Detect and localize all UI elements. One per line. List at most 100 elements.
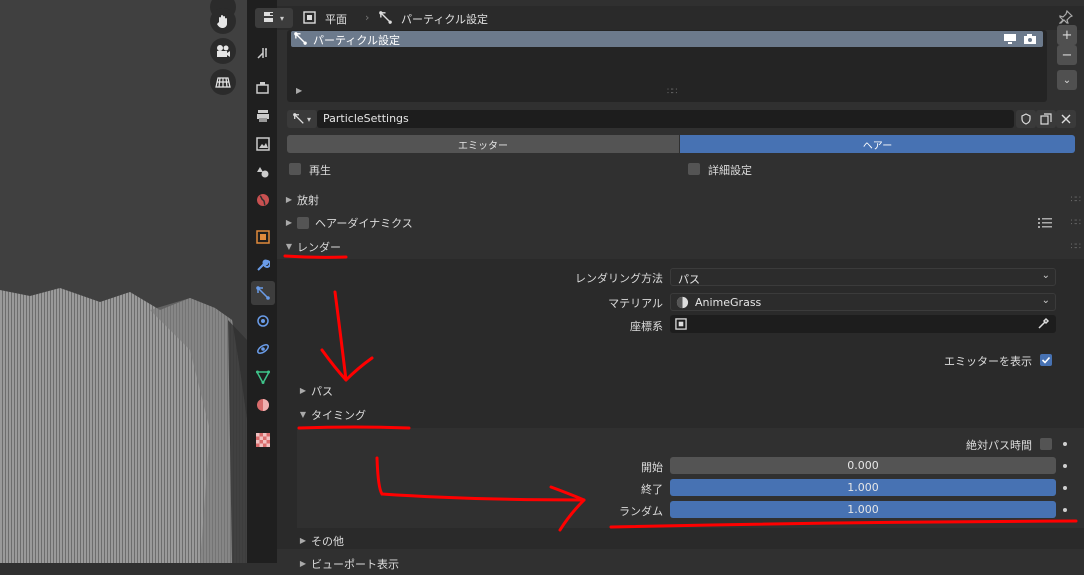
fake-user-button[interactable] [1016, 110, 1036, 128]
particles-icon [294, 32, 307, 48]
chevron-down-icon: ⌄ [1041, 270, 1050, 281]
panel-hair-dynamics-header[interactable]: ▶ ヘアーダイナミクス ∷∷ [281, 211, 1082, 234]
camera-view-button[interactable] [210, 38, 236, 64]
tab-texture[interactable] [251, 428, 275, 452]
eyedropper-icon[interactable] [1037, 317, 1050, 330]
resize-grip-icon[interactable]: ∷∷ [667, 87, 678, 97]
slot-specials-button[interactable]: ⌄ [1057, 70, 1077, 90]
timing-end-value: 1.000 [847, 481, 879, 494]
render-camera-icon [256, 82, 269, 94]
show-emitter-label: エミッターを表示 [944, 355, 1032, 368]
keyframe-dot-icon[interactable] [1063, 442, 1067, 446]
keyframe-dot-icon[interactable] [1063, 486, 1067, 490]
properties-tab-bar [247, 0, 277, 563]
duplicate-button[interactable] [1036, 110, 1056, 128]
tab-output[interactable] [251, 104, 275, 128]
absolute-path-time-label: 絶対パス時間 [966, 439, 1032, 452]
tab-render[interactable] [251, 76, 275, 100]
subpanel-extra-header[interactable]: ▶ その他 [295, 529, 1080, 552]
object-icon [675, 318, 687, 330]
timing-start-label: 開始 [641, 461, 663, 474]
regrow-label: 再生 [309, 164, 331, 177]
tab-world[interactable] [251, 188, 275, 212]
list-menu-icon[interactable] [1038, 217, 1052, 229]
monitor-icon[interactable] [1003, 33, 1017, 48]
panel-emission-title: 放射 [297, 193, 319, 207]
3d-viewport[interactable] [0, 0, 247, 563]
collapsed-triangle-icon: ▶ [299, 386, 307, 395]
tab-physics[interactable] [251, 309, 275, 333]
drag-grip-icon[interactable]: ∷∷ [1071, 195, 1082, 205]
pan-hand-button[interactable] [210, 8, 236, 34]
shield-icon [1021, 113, 1031, 125]
coord-system-field[interactable] [670, 315, 1056, 333]
keyframe-dot-icon[interactable] [1063, 464, 1067, 468]
timing-random-slider[interactable]: 1.000 [670, 501, 1056, 518]
particle-system-list[interactable]: パーティクル設定 ▶ ∷∷ [287, 30, 1047, 102]
wrench-icon [257, 259, 270, 271]
collapsed-triangle-icon: ▶ [285, 195, 293, 204]
subpanel-path-header[interactable]: ▶ パス [295, 379, 1080, 402]
keyframe-dot-icon[interactable] [1063, 508, 1067, 512]
ortho-toggle-button[interactable] [210, 69, 236, 95]
unlink-button[interactable] [1056, 110, 1076, 128]
tab-tool[interactable] [251, 41, 275, 65]
subpanel-timing-title: タイミング [311, 408, 366, 422]
mesh-data-icon [256, 370, 270, 384]
camera-icon[interactable] [1023, 33, 1037, 48]
properties-editor-icon [263, 12, 273, 22]
add-slot-button[interactable]: + [1057, 25, 1077, 45]
regrow-checkbox[interactable] [289, 163, 301, 175]
tab-material[interactable] [251, 393, 275, 417]
timing-end-slider[interactable]: 1.000 [670, 479, 1056, 496]
editor-type-dropdown[interactable]: ▾ [255, 8, 293, 28]
collapsed-triangle-icon: ▶ [299, 536, 307, 545]
drag-grip-icon[interactable]: ∷∷ [1071, 218, 1082, 228]
tab-data[interactable] [251, 365, 275, 389]
tab-view-layer[interactable] [251, 132, 275, 156]
expand-triangle-icon[interactable]: ▶ [296, 86, 302, 95]
advanced-checkbox[interactable] [688, 163, 700, 175]
tab-constraints[interactable] [251, 337, 275, 361]
render-method-dropdown[interactable]: パス ⌄ [670, 268, 1056, 286]
tab-particles[interactable] [251, 281, 275, 305]
tab-modifiers[interactable] [251, 253, 275, 277]
subpanel-viewport-display-header[interactable]: ▶ ビューポート表示 [295, 552, 1080, 575]
subpanel-timing-header[interactable]: ▼ タイミング [295, 403, 1080, 426]
check-icon [1041, 356, 1051, 364]
list-item[interactable]: パーティクル設定 [291, 31, 1043, 47]
breadcrumb-particles: パーティクル設定 [401, 13, 489, 26]
hair-dynamics-checkbox[interactable] [297, 216, 309, 229]
browse-settings-button[interactable]: ▾ [287, 110, 317, 128]
close-icon [1061, 114, 1071, 124]
material-sphere-icon [676, 296, 689, 309]
settings-name-field[interactable]: ParticleSettings [317, 110, 1014, 128]
material-label: マテリアル [608, 297, 663, 310]
tab-object[interactable] [251, 225, 275, 249]
show-emitter-checkbox[interactable] [1040, 354, 1052, 366]
absolute-path-time-checkbox[interactable] [1040, 438, 1052, 450]
timing-start-value: 0.000 [847, 459, 879, 472]
panel-emission-header[interactable]: ▶ 放射 ∷∷ [281, 188, 1082, 211]
type-hair-button[interactable]: ヘアー [680, 135, 1075, 153]
panel-hair-dynamics-title: ヘアーダイナミクス [315, 216, 413, 230]
chevron-down-icon: ▾ [306, 114, 311, 124]
material-dropdown[interactable]: AnimeGrass ⌄ [670, 293, 1056, 311]
subpanel-viewport-display-title: ビューポート表示 [311, 557, 399, 571]
remove-slot-button[interactable]: − [1057, 45, 1077, 65]
tab-scene[interactable] [251, 160, 275, 184]
grid-icon [215, 77, 231, 88]
panel-render-header[interactable]: ▼ レンダー ∷∷ [281, 235, 1082, 258]
timing-start-slider[interactable]: 0.000 [670, 457, 1056, 474]
render-method-label: レンダリング方法 [575, 272, 663, 285]
properties-editor: ▾ 平面 › パーティクル設定 パーティクル設定 ▶ ∷∷ + − ⌄ ▾ Pa… [255, 0, 1084, 571]
collapsed-triangle-icon: ▶ [299, 559, 307, 568]
expanded-triangle-icon: ▼ [285, 242, 293, 251]
object-icon [303, 11, 316, 27]
particles-icon [256, 286, 270, 300]
tool-icon [257, 48, 267, 59]
hair-particles-preview [0, 288, 247, 563]
printer-icon [257, 110, 269, 122]
drag-grip-icon[interactable]: ∷∷ [1071, 242, 1082, 252]
type-emitter-button[interactable]: エミッター [287, 135, 679, 153]
